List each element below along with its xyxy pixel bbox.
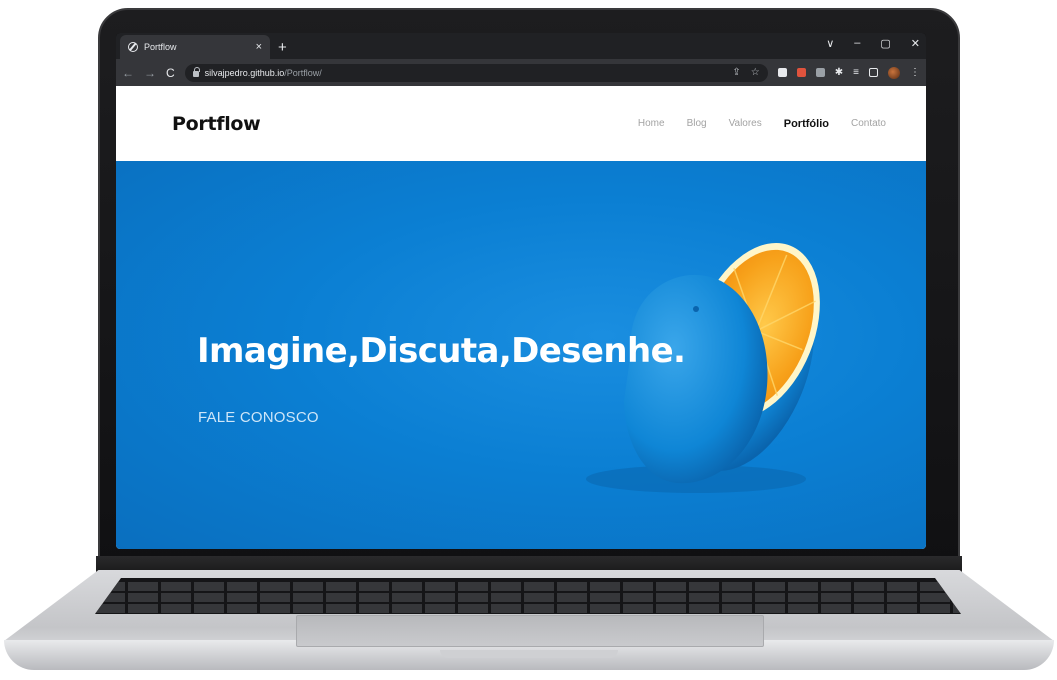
nav-link-valores[interactable]: Valores	[729, 118, 762, 130]
extensions-bar: ✱ ≡ ⋮	[777, 66, 920, 79]
share-icon[interactable]: ⇪	[732, 67, 740, 78]
hero-title: Imagine,Discuta,Desenhe.	[197, 331, 686, 371]
url-host: silvajpedro.github.io	[204, 67, 285, 78]
hero-section: Imagine,Discuta,Desenhe. FALE CONOSCO	[116, 161, 926, 549]
laptop-keyboard	[95, 578, 961, 614]
side-panel-icon[interactable]	[869, 68, 878, 77]
nav-link-contato[interactable]: Contato	[851, 118, 886, 130]
laptop-notch	[440, 650, 618, 658]
window-controls: ∨ – ▢ ✕	[826, 37, 920, 50]
browser-toolbar: ← → C silvajpedro.github.io/Portflow/ ⇪ …	[116, 59, 926, 86]
extension-icon[interactable]	[796, 68, 806, 77]
address-bar[interactable]: silvajpedro.github.io/Portflow/ ⇪ ☆	[184, 63, 768, 82]
back-button[interactable]: ←	[122, 66, 134, 80]
browser-tabbar: Portflow × + ∨ – ▢ ✕	[116, 33, 926, 59]
extension-icon[interactable]	[815, 68, 825, 77]
web-page: Portflow Home Blog Valores Portfólio Con…	[116, 86, 926, 549]
forward-button[interactable]: →	[144, 66, 156, 80]
tab-close-button[interactable]: ×	[256, 41, 262, 53]
puzzle-icon[interactable]: ✱	[835, 67, 843, 78]
nav-link-portfolio[interactable]: Portfólio	[784, 118, 829, 130]
browser-tab[interactable]: Portflow ×	[120, 35, 270, 59]
bookmark-star-icon[interactable]: ☆	[751, 67, 760, 78]
minimize-button[interactable]: –	[854, 37, 860, 50]
laptop-screen: Portflow × + ∨ – ▢ ✕ ← → C silvajpedro.g…	[116, 33, 926, 549]
close-window-button[interactable]: ✕	[911, 37, 920, 50]
site-logo[interactable]: Portflow	[172, 113, 261, 135]
tab-search-button[interactable]: ∨	[826, 37, 834, 50]
omnibox-actions: ⇪ ☆	[732, 67, 759, 78]
nav-link-home[interactable]: Home	[638, 118, 665, 130]
tab-favicon-icon	[128, 42, 138, 52]
laptop-mockup: Portflow × + ∨ – ▢ ✕ ← → C silvajpedro.g…	[0, 0, 1057, 680]
tab-title: Portflow	[144, 42, 177, 52]
maximize-button[interactable]: ▢	[880, 37, 890, 50]
reload-button[interactable]: C	[166, 66, 175, 80]
fale-conosco-link[interactable]: FALE CONOSCO	[198, 409, 319, 426]
new-tab-button[interactable]: +	[278, 39, 287, 56]
laptop-trackpad	[296, 615, 764, 647]
url-path: /Portflow/	[284, 67, 322, 78]
profile-avatar[interactable]	[888, 66, 900, 79]
site-nav: Home Blog Valores Portfólio Contato	[638, 118, 886, 130]
lock-icon[interactable]	[192, 66, 200, 77]
extension-icon[interactable]	[777, 68, 787, 77]
reading-list-icon[interactable]: ≡	[853, 67, 859, 78]
site-header: Portflow Home Blog Valores Portfólio Con…	[116, 86, 926, 161]
nav-link-blog[interactable]: Blog	[687, 118, 707, 130]
menu-kebab-icon[interactable]: ⋮	[910, 67, 920, 78]
